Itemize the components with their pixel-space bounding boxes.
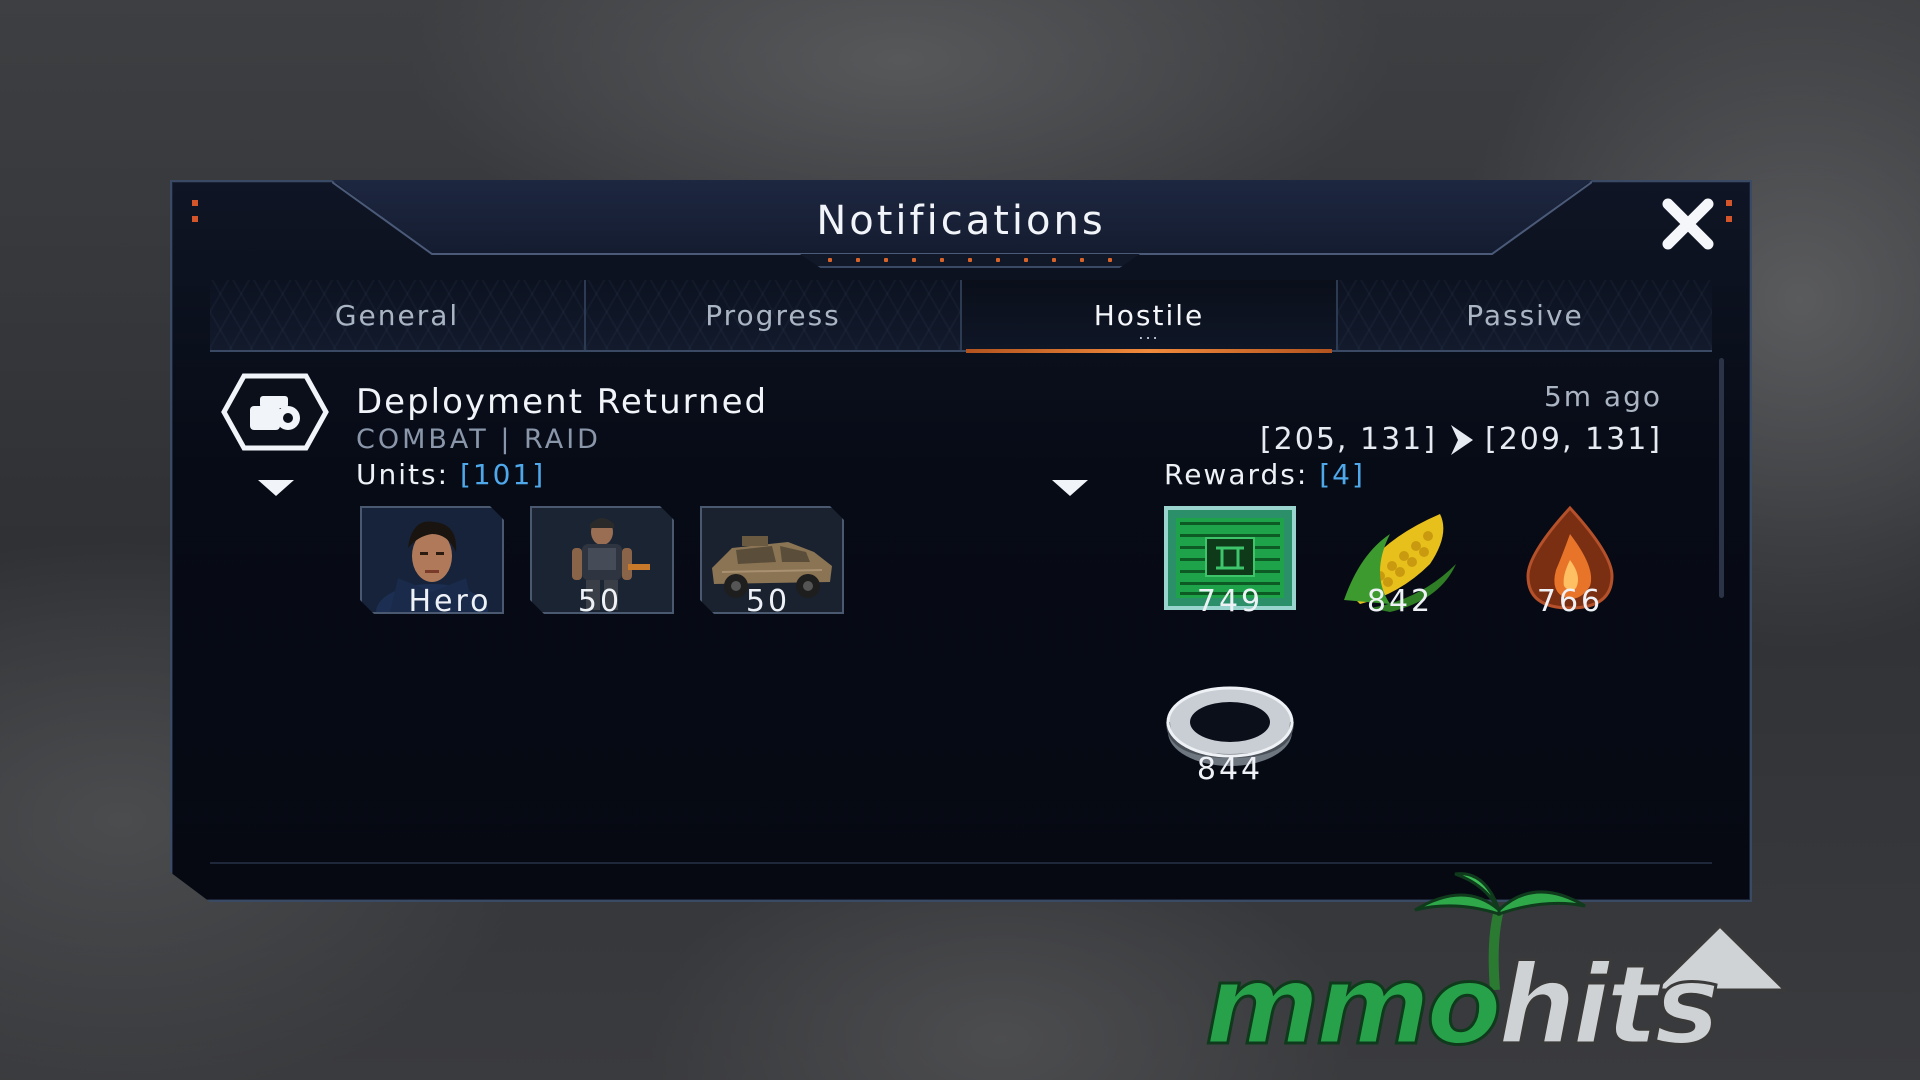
entry-title: Deployment Returned xyxy=(356,382,769,422)
units-header: Units: [101] xyxy=(356,458,545,491)
watermark-part1: mmo xyxy=(1204,941,1504,1069)
tab-general[interactable]: General xyxy=(210,280,586,350)
watermark-text: mmohits xyxy=(1204,949,1722,1062)
unit-hero-value: Hero xyxy=(408,584,492,619)
entry-subtitle: COMBAT | RAID xyxy=(356,424,601,455)
rewards-collapse-toggle[interactable] xyxy=(1052,480,1088,496)
tab-passive[interactable]: Passive xyxy=(1338,280,1712,350)
close-button[interactable] xyxy=(1660,196,1716,252)
units-count: [101] xyxy=(459,458,546,491)
watermark-logo: mmohits xyxy=(1204,860,1905,1062)
tab-label: Progress xyxy=(705,298,841,332)
units-collapse-toggle[interactable] xyxy=(258,480,294,496)
close-icon xyxy=(1660,196,1716,252)
header-dots-decoration xyxy=(800,254,1140,268)
reward-microchip-amount: 749 xyxy=(1196,584,1264,619)
notification-entry[interactable]: Deployment Returned COMBAT | RAID 5m ago… xyxy=(210,354,1712,864)
units-label: Units: xyxy=(356,458,450,491)
notifications-dialog: Notifications General Progress Hostile .… xyxy=(170,180,1752,902)
right-corner-dots xyxy=(1726,200,1732,232)
reward-steel-amount: 844 xyxy=(1196,752,1264,787)
scrollbar[interactable] xyxy=(1719,358,1724,598)
tab-label: General xyxy=(334,298,460,332)
tab-progress[interactable]: Progress xyxy=(586,280,962,350)
reward-oil-amount: 766 xyxy=(1536,584,1604,619)
notification-tabs: General Progress Hostile ... Passive xyxy=(210,280,1712,352)
route-arrow-icon xyxy=(1447,423,1475,457)
unit-soldier-count: 50 xyxy=(577,584,623,619)
unit-vehicle-count: 50 xyxy=(745,584,791,619)
rewards-header: Rewards: [4] xyxy=(1164,458,1365,491)
left-corner-dots xyxy=(192,200,198,232)
tab-label: Passive xyxy=(1466,298,1584,332)
rewards-label: Rewards: xyxy=(1164,458,1309,491)
rewards-count: [4] xyxy=(1319,458,1365,491)
watermark-part2: hits xyxy=(1496,941,1721,1069)
deployment-hex-icon xyxy=(220,372,330,452)
origin-coords-link[interactable]: [205, 131] xyxy=(1260,422,1437,457)
tab-hostile[interactable]: Hostile ... xyxy=(962,280,1338,350)
tab-active-indicator: ... xyxy=(1138,324,1160,343)
entry-timestamp: 5m ago xyxy=(1543,380,1662,413)
dialog-title: Notifications xyxy=(816,198,1106,244)
reward-corn-amount: 842 xyxy=(1366,584,1434,619)
destination-coords-link[interactable]: [209, 131] xyxy=(1485,422,1662,457)
route-coordinates: [205, 131] [209, 131] xyxy=(1260,422,1662,457)
